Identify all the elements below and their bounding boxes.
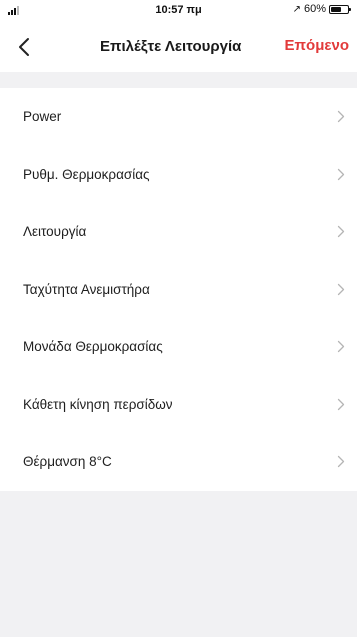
list-item-label: Power — [23, 109, 62, 125]
list-item[interactable]: Power — [0, 88, 357, 146]
page-title: Επιλέξτε Λειτουργία — [100, 38, 242, 55]
list-item[interactable]: Ρυθμ. Θερμοκρασίας — [0, 146, 357, 204]
battery-icon — [329, 4, 351, 14]
function-list: Power Ρυθμ. Θερμοκρασίας Λειτουργία Ταχύτητ… — [0, 88, 357, 491]
chevron-right-icon — [337, 340, 345, 353]
list-item-label: Μονάδα Θερμοκρασίας — [23, 339, 163, 355]
nav-bar: Επιλέξτε Λειτουργία Επόμενο — [0, 22, 357, 72]
location-icon: ↗ — [292, 3, 301, 15]
list-item-label: Κάθετη κίνηση περσίδων — [23, 396, 173, 412]
list-item[interactable]: Μονάδα Θερμοκρασίας — [0, 318, 357, 376]
list-item-label: Θέρμανση 8°C — [23, 454, 112, 470]
battery-percent: 60% — [303, 3, 326, 15]
list-item-label: Λειτουργία — [23, 224, 87, 240]
list-item[interactable]: Κάθετη κίνηση περσίδων — [0, 376, 357, 434]
list-item-label: Ταχύτητα Ανεμιστήρα — [23, 281, 150, 297]
chevron-right-icon — [337, 455, 345, 468]
chevron-right-icon — [337, 225, 345, 238]
chevron-left-icon — [18, 37, 30, 57]
chevron-right-icon — [337, 110, 345, 123]
chevron-right-icon — [337, 283, 345, 296]
list-item[interactable]: Ταχύτητα Ανεμιστήρα — [0, 261, 357, 319]
next-button[interactable]: Επόμενο — [285, 37, 349, 54]
battery-area: ↗ 60% — [292, 3, 351, 15]
status-bar: 10:57 πμ ↗ 60% — [0, 0, 357, 22]
list-item[interactable]: Λειτουργία — [0, 203, 357, 261]
chevron-right-icon — [337, 398, 345, 411]
list-item-label: Ρυθμ. Θερμοκρασίας — [23, 166, 150, 182]
list-item[interactable]: Θέρμανση 8°C — [0, 433, 357, 491]
back-button[interactable] — [8, 30, 40, 64]
chevron-right-icon — [337, 168, 345, 181]
battery-fill — [331, 6, 341, 12]
